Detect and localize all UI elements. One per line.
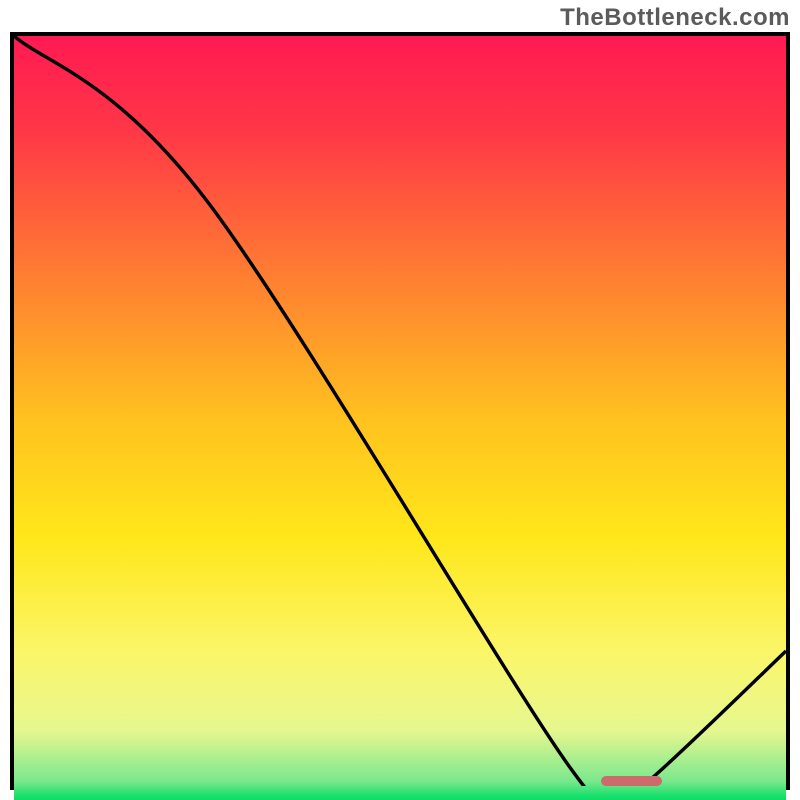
plot-area — [10, 32, 790, 790]
bottleneck-curve — [14, 36, 786, 786]
watermark-text: TheBottleneck.com — [560, 4, 790, 32]
plot-inner — [14, 36, 786, 786]
chart-frame: TheBottleneck.com — [0, 0, 800, 800]
curve-layer — [14, 36, 786, 786]
optimal-range-marker — [601, 776, 663, 786]
